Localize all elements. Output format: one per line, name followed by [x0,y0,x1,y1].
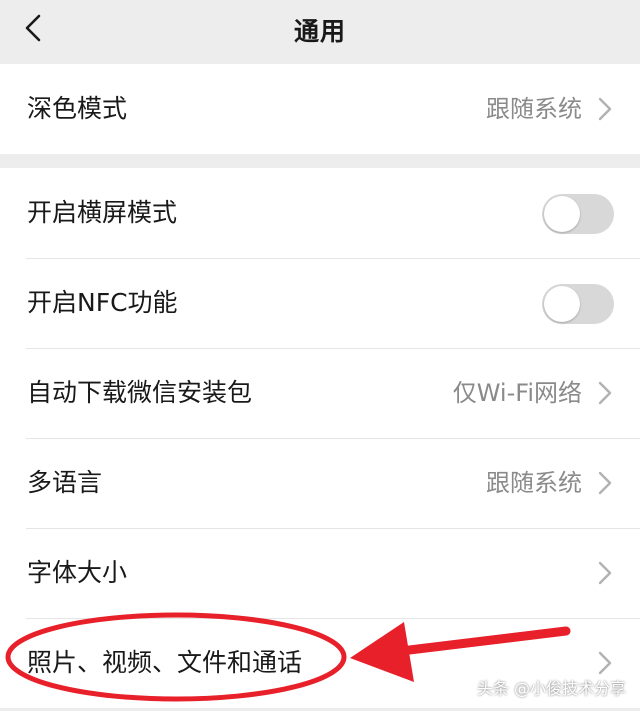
nfc-toggle[interactable] [542,284,614,324]
page-title: 通用 [293,17,346,46]
setting-label: 自动下载微信安装包 [27,378,253,407]
chevron-right-icon [598,651,612,675]
setting-label: 开启横屏模式 [27,198,178,227]
landscape-toggle[interactable] [542,194,614,234]
setting-label: 多语言 [27,468,103,497]
setting-dark-mode[interactable]: 深色模式 跟随系统 [0,64,640,154]
setting-label: 深色模式 [27,94,128,123]
setting-value: 跟随系统 [486,95,582,123]
settings-group-general: 开启横屏模式 开启NFC功能 自动下载微信安装包 仅Wi-Fi网络 多语言 跟随… [0,168,640,708]
setting-landscape-mode: 开启横屏模式 [0,168,640,258]
setting-label: 照片、视频、文件和通话 [27,648,303,677]
setting-nfc: 开启NFC功能 [0,258,640,348]
chevron-right-icon [598,471,612,495]
toggle-knob [544,286,580,322]
setting-auto-download[interactable]: 自动下载微信安装包 仅Wi-Fi网络 [0,348,640,438]
setting-language[interactable]: 多语言 跟随系统 [0,438,640,528]
chevron-right-icon [598,561,612,585]
watermark: 头条 @小俊技术分享 [476,679,626,698]
setting-font-size[interactable]: 字体大小 [0,528,640,618]
settings-group-display: 深色模式 跟随系统 [0,64,640,154]
setting-value: 仅Wi-Fi网络 [452,379,582,407]
chevron-right-icon [598,381,612,405]
toggle-knob [544,196,580,232]
setting-label: 开启NFC功能 [27,288,178,317]
nav-bar: 通用 [0,0,640,64]
chevron-right-icon [598,97,612,121]
setting-value: 跟随系统 [486,469,582,497]
setting-label: 字体大小 [27,558,128,587]
